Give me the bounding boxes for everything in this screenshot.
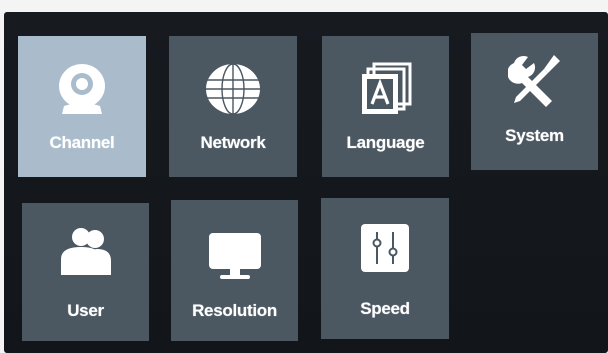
menu-tile-label: User: [67, 301, 104, 320]
menu-tile-label: Resolution: [192, 301, 277, 320]
monitor-icon: [171, 232, 298, 282]
menu-tile-label: Language: [346, 133, 425, 152]
sliders-icon: [321, 224, 449, 272]
globe-icon: [169, 62, 297, 116]
menu-tile-resolution[interactable]: Resolution: [171, 200, 298, 341]
tools-icon: [471, 53, 598, 107]
menu-tile-label: Speed: [360, 299, 410, 318]
user-icon: [22, 227, 149, 277]
menu-tile-network[interactable]: Network: [169, 36, 297, 177]
menu-tile-channel[interactable]: Channel: [18, 36, 146, 177]
menu-tile-label: Channel: [49, 133, 115, 152]
menu-tile-label: System: [505, 126, 564, 145]
settings-menu-screen: Channel Network Language System User Res…: [4, 12, 608, 353]
menu-tile-speed[interactable]: Speed: [321, 198, 449, 339]
menu-tile-system[interactable]: System: [471, 33, 598, 170]
language-icon: [322, 62, 449, 116]
camera-icon: [18, 62, 146, 118]
menu-tile-label: Network: [200, 133, 266, 152]
menu-tile-language[interactable]: Language: [322, 36, 449, 177]
menu-tile-user[interactable]: User: [22, 203, 149, 341]
